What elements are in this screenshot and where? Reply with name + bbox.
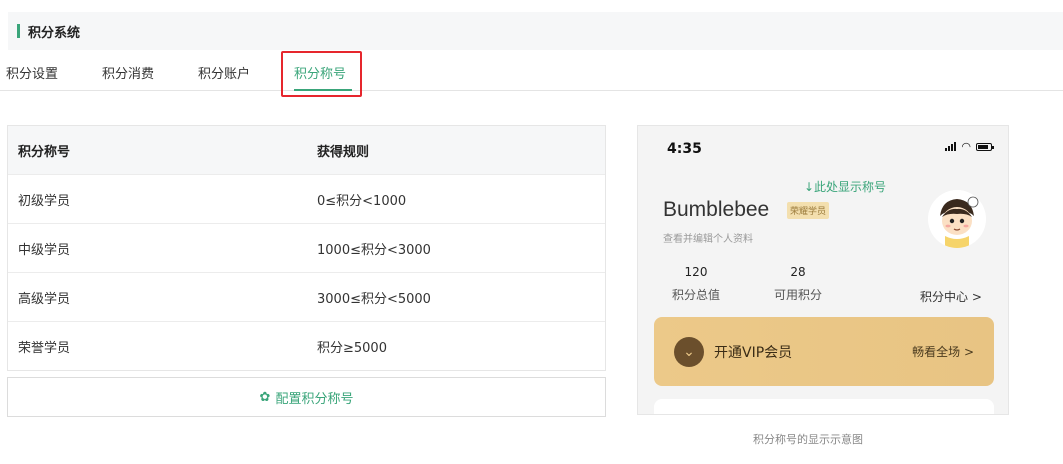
rank-badge: 荣耀学员 [787, 202, 830, 219]
row-rule: 0≤积分<1000 [317, 193, 407, 209]
row-rule: 积分≥5000 [317, 340, 387, 356]
username: Bumblebee [663, 198, 770, 221]
status-time: 4:35 [667, 141, 702, 157]
tab-points-consumption[interactable]: 积分消费 [102, 63, 154, 82]
vip-action: 畅看全场 > [912, 345, 974, 359]
bottom-card [654, 399, 994, 414]
points-title-table: 积分称号 获得规则 初级学员 0≤积分<1000 中级学员 1000≤积分<30… [7, 125, 606, 371]
title-annotation: ↓此处显示称号 [804, 180, 887, 194]
table-row: 中级学员 1000≤积分<3000 [8, 224, 605, 273]
wifi-icon: ◠ [961, 140, 971, 153]
section-header: 积分系统 [8, 12, 1063, 50]
row-title: 中级学员 [18, 242, 71, 258]
edit-profile-link[interactable]: 查看并编辑个人资料 [663, 230, 753, 245]
vip-crown-icon: ⌄ [674, 337, 704, 367]
configure-titles-label: 配置积分称号 [275, 391, 354, 407]
row-title: 高级学员 [18, 291, 71, 307]
vip-label: 开通VIP会员 [714, 345, 793, 361]
stat-label: 积分总值 [671, 288, 720, 302]
section-title: 积分系统 [28, 25, 81, 41]
header-rule: 获得规则 [317, 144, 370, 160]
row-rule: 1000≤积分<3000 [317, 242, 431, 258]
table-header-row: 积分称号 获得规则 [8, 126, 605, 175]
stat-value: 28 [790, 265, 806, 279]
tab-bar: 积分设置 积分消费 积分账户 积分称号 [0, 50, 1063, 91]
configure-titles-button[interactable]: ✿ 配置积分称号 [7, 377, 606, 417]
avatar-illustration-icon [928, 190, 986, 248]
row-title: 初级学员 [18, 193, 71, 209]
stat-value: 120 [684, 265, 708, 279]
tab-points-account[interactable]: 积分账户 [198, 63, 250, 82]
gear-icon: ✿ [259, 389, 271, 405]
row-title: 荣誉学员 [18, 340, 71, 356]
stat-label: 可用积分 [773, 288, 822, 302]
active-tab-highlight-box [281, 51, 362, 97]
header-title: 积分称号 [18, 144, 71, 160]
stat-available-points: 28 可用积分 [768, 265, 828, 303]
battery-icon [976, 142, 994, 151]
status-icons: ◠ [945, 140, 994, 153]
section-accent-bar [17, 24, 20, 38]
phone-preview: 4:35 ◠ ↓此处显示称号 Bumblebee 荣耀学员 查看并编辑个人资料 … [637, 125, 1009, 415]
stat-total-points: 120 积分总值 [666, 265, 726, 303]
table-row: 高级学员 3000≤积分<5000 [8, 273, 605, 322]
vip-card[interactable]: ⌄ 开通VIP会员 畅看全场 > [654, 317, 994, 386]
avatar[interactable] [928, 190, 986, 248]
row-rule: 3000≤积分<5000 [317, 291, 431, 307]
signal-icon [945, 142, 957, 151]
preview-caption: 积分称号的显示示意图 [753, 433, 863, 446]
points-center-link[interactable]: 积分中心 > [920, 288, 982, 305]
table-row: 荣誉学员 积分≥5000 [8, 322, 605, 370]
table-row: 初级学员 0≤积分<1000 [8, 175, 605, 224]
tab-points-settings[interactable]: 积分设置 [6, 63, 58, 82]
